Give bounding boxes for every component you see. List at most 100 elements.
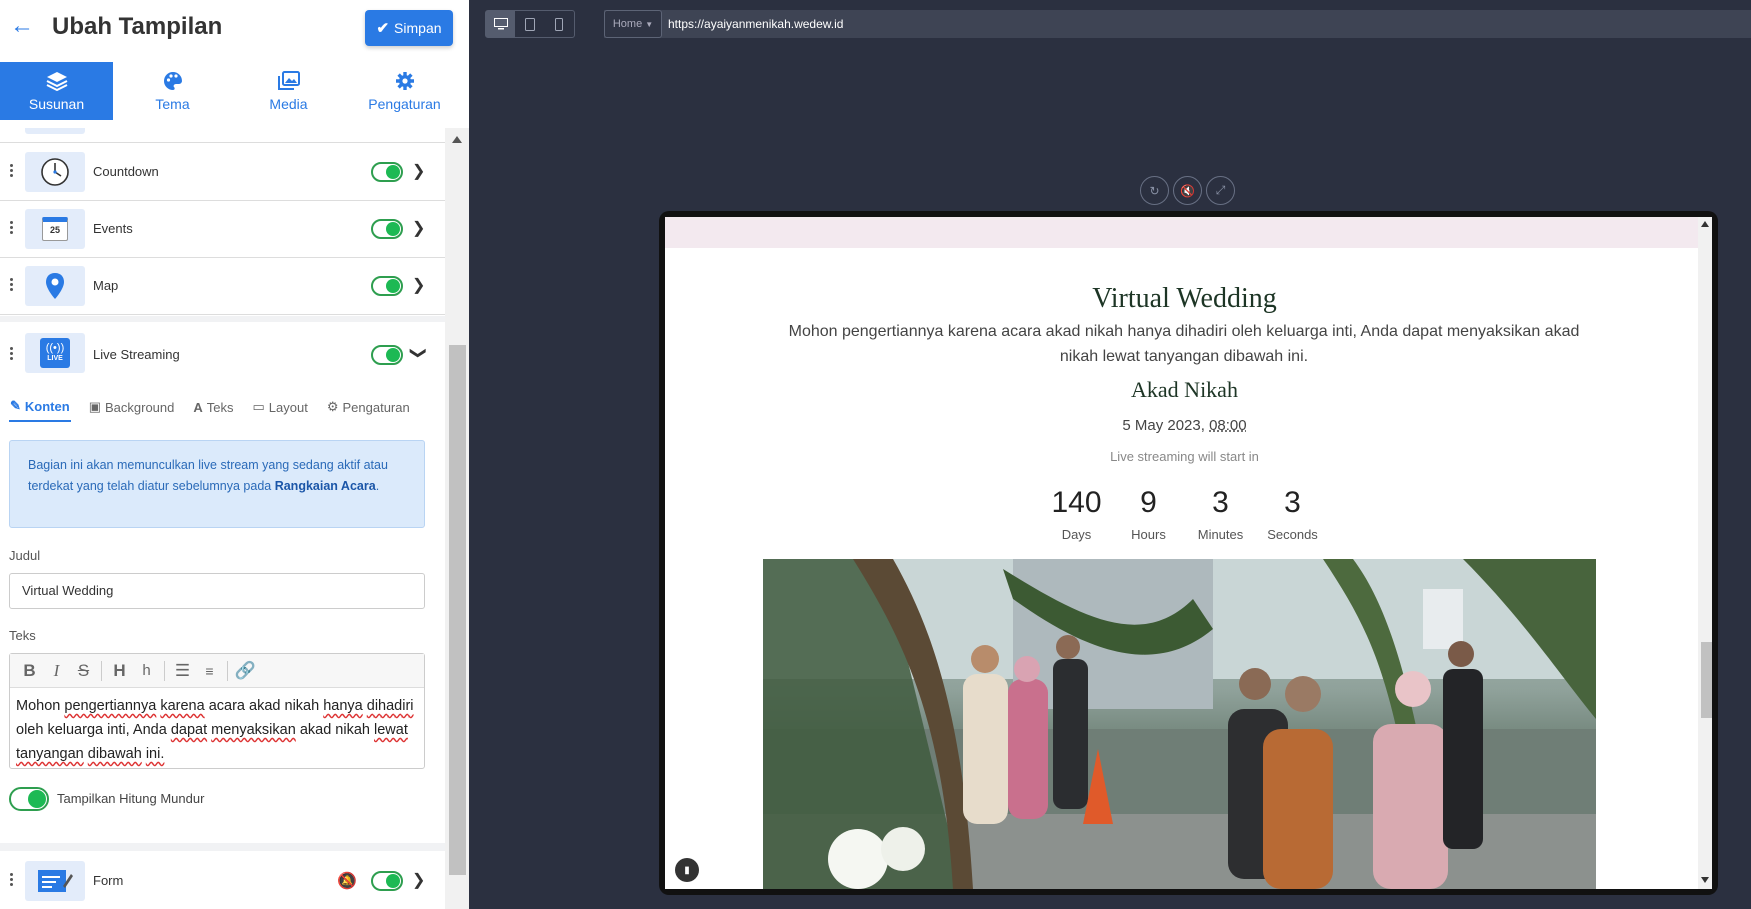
check-icon: ✔ <box>376 20 390 37</box>
clock-icon <box>25 152 85 192</box>
preview-scrollbar[interactable] <box>1698 217 1712 889</box>
gear-icon: ⚙ <box>326 399 339 414</box>
layers-icon <box>46 70 68 92</box>
bullet-list-icon[interactable]: ☰ <box>169 661 196 681</box>
info-text-end: . <box>375 479 380 493</box>
subtab-label: Background <box>104 399 175 415</box>
tab-pengaturan[interactable]: Pengaturan <box>348 62 461 120</box>
chevron-right-icon[interactable]: ❯ <box>412 870 425 890</box>
device-switcher <box>485 10 575 38</box>
panel-header: ← Ubah Tampilan ✔ Simpan <box>0 0 469 58</box>
subtab-label: Teks <box>206 399 234 415</box>
page-title: Ubah Tampilan <box>52 13 223 40</box>
section-toggle[interactable] <box>371 345 403 365</box>
subtab-pengaturan[interactable]: ⚙ Pengaturan <box>326 392 411 422</box>
mobile-icon[interactable] <box>545 11 574 37</box>
section-toggle[interactable] <box>371 871 403 891</box>
preview-screen[interactable]: Virtual Wedding Mohon pengertiannya kare… <box>665 217 1704 889</box>
section-row-partial[interactable] <box>0 128 445 143</box>
scroll-up-arrow[interactable] <box>452 136 462 143</box>
drag-handle-icon[interactable] <box>10 164 13 179</box>
subtab-konten[interactable]: ✎ Konten <box>9 392 71 422</box>
toolbar-divider <box>164 660 165 681</box>
italic-button[interactable]: I <box>43 661 70 681</box>
tab-susunan[interactable]: Susunan <box>0 62 113 120</box>
video-stats-icon[interactable]: ▮ <box>675 858 699 882</box>
scrollbar-thumb[interactable] <box>1701 642 1712 718</box>
back-arrow-icon[interactable]: ← <box>10 12 34 40</box>
judul-input[interactable]: Virtual Wedding <box>9 573 425 609</box>
editor-content[interactable]: Mohon pengertiannya karena acara akad ni… <box>10 688 424 772</box>
countdown-unit: Seconds <box>1267 527 1318 542</box>
bold-button[interactable]: B <box>16 661 43 681</box>
tablet-icon[interactable] <box>515 11 544 37</box>
show-countdown-toggle[interactable] <box>9 787 49 811</box>
will-start-label: Live streaming will start in <box>1110 449 1259 464</box>
section-row-countdown[interactable]: Countdown ❯ <box>0 144 445 201</box>
tab-label: Pengaturan <box>368 96 441 112</box>
heading-large-button[interactable]: H <box>106 661 133 681</box>
countdown-days: 140 Days <box>1041 485 1113 542</box>
heading-small-button[interactable]: h <box>133 662 160 679</box>
subtab-layout[interactable]: ▭ Layout <box>252 392 309 422</box>
mute-icon[interactable]: 🔇 <box>1173 176 1202 205</box>
live-stream-video[interactable] <box>763 559 1596 889</box>
link-icon[interactable]: 🔗 <box>232 661 259 681</box>
drag-handle-icon[interactable] <box>10 873 13 888</box>
section-row-live-streaming[interactable]: ((•)) LIVE Live Streaming ❯ <box>0 323 445 387</box>
live-badge: LIVE <box>47 355 63 362</box>
main-tabs: Susunan Tema Media Pengaturan <box>0 62 469 120</box>
refresh-icon[interactable]: ↻ <box>1140 176 1169 205</box>
section-label: Events <box>93 221 133 236</box>
section-row-form[interactable]: Form 🔕 ❯ <box>0 853 445 909</box>
preview-controls: ↻ 🔇 ⤢ <box>1140 176 1235 205</box>
countdown-value: 140 <box>1051 486 1102 519</box>
page-select[interactable]: Home ▼ <box>604 10 662 38</box>
expand-icon[interactable]: ⤢ <box>1206 176 1235 205</box>
event-date-text: 5 May 2023, <box>1122 417 1210 434</box>
countdown-value: 9 <box>1140 486 1157 519</box>
numbered-list-icon[interactable]: ≡ <box>196 663 223 679</box>
info-alert: Bagian ini akan memunculkan live stream … <box>9 440 425 528</box>
drag-handle-icon[interactable] <box>10 278 13 293</box>
preview-url[interactable]: https://ayaiyanmenikah.wedew.id <box>668 17 843 31</box>
scroll-down-arrow[interactable] <box>1701 877 1709 883</box>
subtab-label: Layout <box>268 399 308 415</box>
section-toggle[interactable] <box>371 276 403 296</box>
rich-text-editor[interactable]: B I S H h ☰ ≡ 🔗 Mohon pengertiannya kare… <box>9 653 425 769</box>
section-row-events[interactable]: 25 Events ❯ <box>0 201 445 258</box>
divider <box>0 843 445 851</box>
toolbar-divider <box>227 660 228 681</box>
desktop-icon[interactable] <box>486 11 516 37</box>
tab-label: Media <box>269 96 308 112</box>
section-row-map[interactable]: Map ❯ <box>0 258 445 315</box>
chevron-right-icon[interactable]: ❯ <box>412 275 425 295</box>
save-button[interactable]: ✔ Simpan <box>365 10 453 46</box>
scrollbar-thumb[interactable] <box>449 345 466 875</box>
edit-icon: ✎ <box>10 398 21 413</box>
strikethrough-button[interactable]: S <box>70 661 97 681</box>
tab-media[interactable]: Media <box>232 62 345 120</box>
subtab-background[interactable]: ▣ Background <box>88 392 176 422</box>
section-thumbnail <box>25 128 85 134</box>
show-countdown-label: Tampilkan Hitung Mundur <box>57 791 205 806</box>
tab-label: Susunan <box>28 96 85 112</box>
section-toggle[interactable] <box>371 162 403 182</box>
tab-label: Tema <box>155 96 190 112</box>
window-icon: ▭ <box>252 399 265 414</box>
chevron-right-icon[interactable]: ❯ <box>412 218 425 238</box>
chevron-down-icon[interactable]: ❯ <box>409 346 429 359</box>
drag-handle-icon[interactable] <box>10 347 13 362</box>
subtab-teks[interactable]: A Teks <box>192 392 234 422</box>
rangkaian-acara-link[interactable]: Rangkaian Acara <box>275 479 376 493</box>
subtab-label: Konten <box>24 398 70 414</box>
map-pin-icon <box>25 266 85 306</box>
chevron-right-icon[interactable]: ❯ <box>412 161 425 181</box>
notification-off-icon[interactable]: 🔕 <box>337 871 357 891</box>
tab-tema[interactable]: Tema <box>116 62 229 120</box>
panel-scrollbar[interactable] <box>445 128 469 909</box>
section-toggle[interactable] <box>371 219 403 239</box>
calendar-day: 25 <box>42 217 68 241</box>
drag-handle-icon[interactable] <box>10 221 13 236</box>
scroll-up-arrow[interactable] <box>1701 221 1709 227</box>
